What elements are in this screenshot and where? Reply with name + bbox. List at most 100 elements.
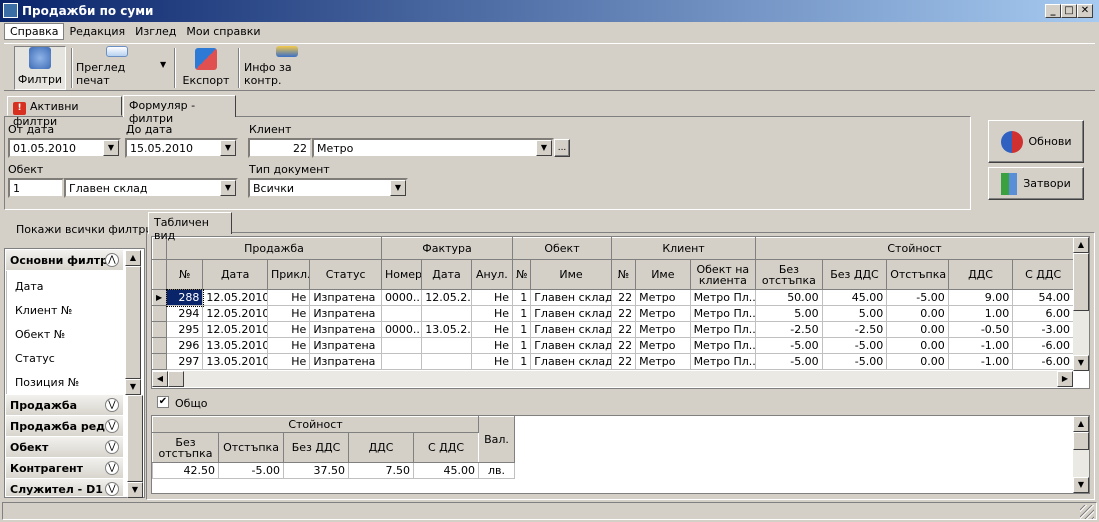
- grid-cell[interactable]: 13.05.2010: [202, 353, 268, 370]
- scroll-thumb[interactable]: [1073, 432, 1089, 450]
- grid-cell[interactable]: 50.00: [755, 289, 823, 306]
- category-object[interactable]: Обект ⋁: [6, 437, 123, 458]
- row-indicator[interactable]: [152, 353, 168, 370]
- table-row[interactable]: 296 13.05.2010 Не Изпратена Не 1 Главен склад 2…: [152, 337, 1074, 354]
- totals-checkbox[interactable]: ✔: [157, 396, 169, 408]
- grid-cell[interactable]: Метро Пл...: [689, 337, 757, 354]
- grid-cell[interactable]: Метро: [635, 337, 691, 354]
- expand-icon[interactable]: ⋁: [105, 461, 119, 475]
- menu-my-reports[interactable]: Мои справки: [181, 24, 265, 39]
- grid-cell[interactable]: 296: [166, 337, 204, 354]
- grid-cell[interactable]: -1.00: [947, 353, 1014, 370]
- print-preview-button[interactable]: Преглед печат: [76, 46, 158, 90]
- tab-active-filters[interactable]: ! Активни филтри: [7, 96, 122, 128]
- grid-cell[interactable]: -0.50: [947, 321, 1014, 338]
- expand-icon[interactable]: ⋁: [105, 419, 119, 433]
- grid-cell[interactable]: -5.00: [755, 353, 823, 370]
- grid-cell[interactable]: 5.00: [755, 305, 823, 322]
- grid-cell[interactable]: [421, 337, 472, 354]
- menu-view[interactable]: Изглед: [130, 24, 181, 39]
- grid-cell[interactable]: Не: [266, 353, 311, 370]
- grid-cell[interactable]: 22: [610, 289, 637, 306]
- grid-cell[interactable]: 22: [610, 353, 637, 370]
- column-header[interactable]: Име: [635, 259, 691, 290]
- grid-cell[interactable]: Метро: [635, 305, 691, 322]
- grid-cell[interactable]: 0.00: [886, 321, 949, 338]
- client-browse-button[interactable]: ...: [554, 139, 570, 157]
- print-preview-dropdown-icon[interactable]: ▼: [160, 60, 166, 69]
- column-header[interactable]: Анул.: [470, 259, 514, 290]
- row-indicator[interactable]: [152, 321, 168, 338]
- grid-cell[interactable]: 45.00: [821, 289, 888, 306]
- column-header[interactable]: Дата: [421, 259, 472, 290]
- minimize-button[interactable]: _: [1045, 4, 1061, 18]
- grid-vertical-scrollbar[interactable]: ▲ ▼: [1073, 237, 1089, 371]
- categories-scrollbar[interactable]: ▼: [127, 395, 143, 498]
- row-indicator[interactable]: [152, 305, 168, 322]
- grid-cell[interactable]: -1.00: [947, 337, 1014, 354]
- grid-cell[interactable]: [421, 305, 472, 322]
- scroll-thumb[interactable]: [127, 395, 143, 482]
- grid-cell[interactable]: 1: [512, 321, 532, 338]
- grid-cell[interactable]: 54.00: [1012, 289, 1074, 306]
- dropdown-arrow-icon[interactable]: ▼: [220, 140, 236, 156]
- table-row[interactable]: 294 12.05.2010 Не Изпратена Не 1 Главен склад 2…: [152, 305, 1074, 322]
- info-counterpart-button[interactable]: Инфо за контр.: [244, 46, 330, 90]
- column-header[interactable]: Статус: [309, 259, 382, 290]
- filter-item-date[interactable]: Дата: [15, 280, 43, 293]
- category-counterparty[interactable]: Контрагент ⋁: [6, 458, 123, 479]
- scroll-left-icon[interactable]: ◀: [152, 371, 168, 387]
- column-header[interactable]: №: [166, 259, 204, 290]
- grid-cell[interactable]: 9.00: [947, 289, 1014, 306]
- grid-cell[interactable]: -5.00: [821, 337, 888, 354]
- column-header[interactable]: №: [512, 259, 532, 290]
- grid-cell[interactable]: Главен склад: [530, 353, 612, 370]
- grid-cell[interactable]: 1: [512, 289, 532, 306]
- grid-cell[interactable]: -3.00: [1012, 321, 1074, 338]
- grid-cell[interactable]: Не: [266, 305, 311, 322]
- grid-cell[interactable]: Изпратена: [309, 337, 382, 354]
- scroll-down-icon[interactable]: ▼: [125, 379, 141, 395]
- grid-cell[interactable]: 0000...: [380, 289, 423, 306]
- expand-icon[interactable]: ⋁: [105, 398, 119, 412]
- table-row[interactable]: ▶ 288 12.05.2010 Не Изпратена 0000... 12.05.2.…: [152, 288, 1074, 307]
- grid-cell[interactable]: 0.00: [886, 305, 949, 322]
- grid-cell[interactable]: Изпратена: [309, 305, 382, 322]
- object-name-combo[interactable]: Главен склад ▼: [64, 178, 238, 198]
- grid-cell[interactable]: 12.05.2...: [421, 289, 472, 306]
- column-header[interactable]: Отстъпка: [886, 259, 949, 290]
- grid-cell[interactable]: 22: [610, 321, 637, 338]
- grid-cell[interactable]: 12.05.2010: [202, 305, 268, 322]
- menu-report[interactable]: Справка: [4, 23, 65, 40]
- refresh-button[interactable]: Обнови: [988, 120, 1084, 163]
- dropdown-arrow-icon[interactable]: ▼: [390, 180, 406, 196]
- grid-cell[interactable]: 0.00: [886, 337, 949, 354]
- object-number-field[interactable]: 1: [8, 178, 64, 198]
- row-indicator[interactable]: [152, 337, 168, 354]
- client-name-combo[interactable]: Метро ▼: [312, 138, 554, 158]
- grid-cell[interactable]: -5.00: [821, 353, 888, 370]
- category-sale[interactable]: Продажба ⋁: [6, 395, 123, 416]
- client-number-field[interactable]: 22: [248, 138, 312, 158]
- grid-cell[interactable]: 288: [165, 288, 204, 307]
- grid-cell[interactable]: Не: [470, 305, 514, 322]
- column-header[interactable]: Прикл.: [266, 259, 311, 290]
- window-titlebar[interactable]: Продажби по суми _ □ ✕: [0, 0, 1099, 22]
- collapse-icon[interactable]: ⋀: [105, 253, 119, 267]
- table-row[interactable]: 29512.05.2010НеИзпратена0000...13.05.2..…: [152, 321, 1074, 338]
- table-row[interactable]: 297 13.05.2010 Не Изпратена Не 1 Главен склад 2…: [152, 353, 1074, 370]
- grid-cell[interactable]: Метро Пл...: [689, 289, 757, 306]
- grid-cell[interactable]: 22: [610, 305, 637, 322]
- filter-item-status[interactable]: Статус: [15, 352, 55, 365]
- grid-cell[interactable]: Не: [266, 337, 311, 354]
- category-employee[interactable]: Служител - D1 ⋁: [6, 479, 123, 497]
- grid-cell[interactable]: 22: [610, 337, 637, 354]
- grid-cell[interactable]: Главен склад: [530, 321, 612, 338]
- sales-grid[interactable]: Продажба Фактура Обект Клиент Стойност №…: [151, 236, 1090, 389]
- export-button[interactable]: Експорт: [180, 46, 232, 90]
- scroll-thumb[interactable]: [168, 371, 184, 387]
- column-header[interactable]: Номер: [380, 259, 423, 290]
- grid-cell[interactable]: 1.00: [947, 305, 1014, 322]
- dropdown-arrow-icon[interactable]: ▼: [536, 140, 552, 156]
- scroll-up-icon[interactable]: ▲: [125, 250, 141, 266]
